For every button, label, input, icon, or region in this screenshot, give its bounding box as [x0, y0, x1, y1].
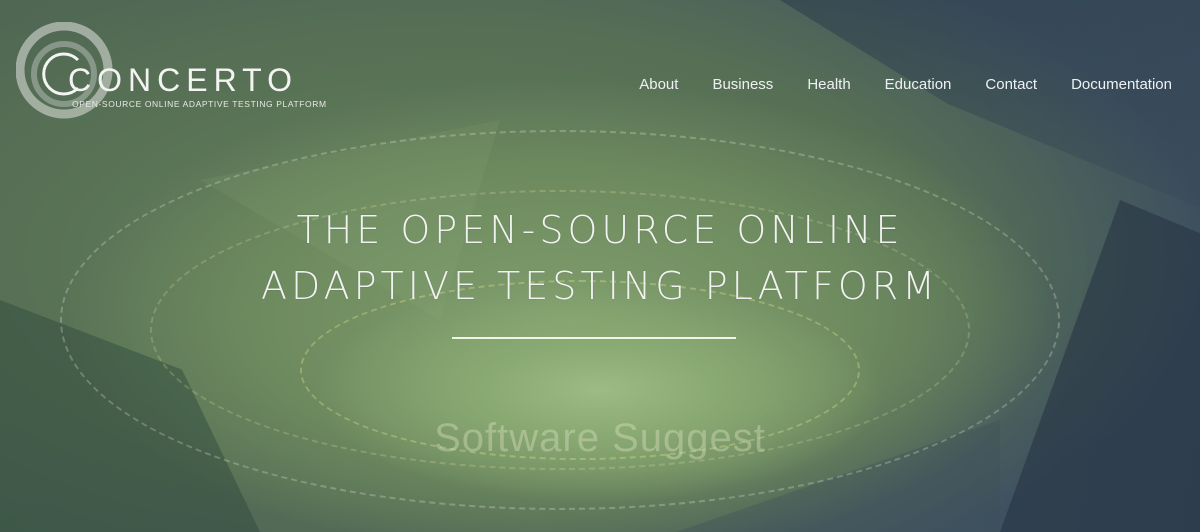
logo-link[interactable]: CONCERTO OPEN-SOURCE ONLINE ADAPTIVE TES…	[16, 22, 336, 122]
nav-health[interactable]: Health	[807, 76, 850, 93]
brand-name: CONCERTO	[68, 62, 298, 98]
nav-contact[interactable]: Contact	[985, 76, 1037, 93]
watermark-text: Software Suggest	[434, 416, 766, 460]
hero-headline-line1: THE OPEN-SOURCE ONLINE	[296, 208, 904, 252]
nav-education[interactable]: Education	[885, 76, 952, 93]
nav-documentation[interactable]: Documentation	[1071, 76, 1172, 93]
hero-headline-line2: ADAPTIVE TESTING PLATFORM	[261, 264, 939, 308]
nav-business[interactable]: Business	[712, 76, 773, 93]
nav-about[interactable]: About	[639, 76, 678, 93]
main-nav: About Business Health Education Contact …	[605, 76, 1172, 93]
hero-divider	[452, 337, 736, 339]
brand-tagline: OPEN-SOURCE ONLINE ADAPTIVE TESTING PLAT…	[72, 99, 327, 109]
